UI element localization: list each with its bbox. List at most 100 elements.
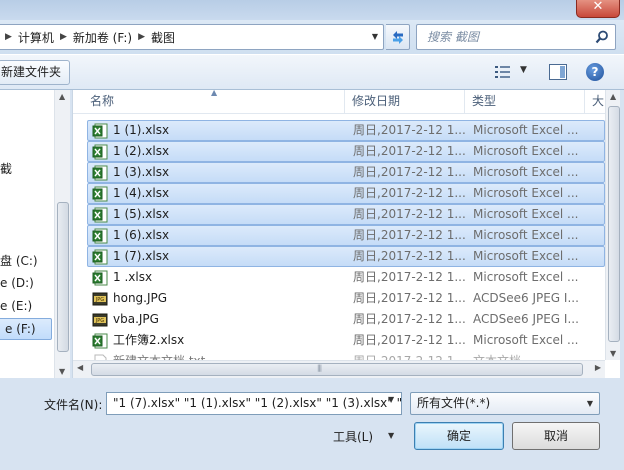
file-name: 1 (7).xlsx bbox=[113, 249, 170, 263]
file-date: 周日,2017-2-12 1... bbox=[353, 270, 465, 284]
file-row[interactable]: 1 (5).xlsx 周日,2017-2-12 1... Microsoft Exc… bbox=[87, 204, 605, 225]
file-date: 周日,2017-2-12 1... bbox=[353, 249, 465, 263]
nav-item-drive-f[interactable]: e (F:) bbox=[0, 318, 52, 340]
excel-icon bbox=[92, 144, 108, 160]
jpeg-icon: JPG bbox=[92, 291, 108, 307]
address-bar-row: ▶ 计算机 ▶ 新加卷 (F:) ▶ 截图 ▼ 搜索 截图 bbox=[0, 20, 624, 54]
breadcrumb-computer[interactable]: 计算机 bbox=[18, 29, 54, 46]
nav-item-drive-e[interactable]: e (E:) bbox=[0, 299, 32, 313]
preview-pane-icon[interactable] bbox=[549, 64, 567, 80]
column-header-row: ▲ 名称 修改日期 类型 大 bbox=[73, 90, 605, 114]
file-row[interactable]: JPG vba.JPG 周日,2017-2-12 1... ACDSee6 JPEG … bbox=[87, 309, 605, 330]
file-row[interactable]: 1 (1).xlsx 周日,2017-2-12 1... Microsoft Exc… bbox=[87, 120, 605, 141]
file-row[interactable]: 1 (3).xlsx 周日,2017-2-12 1... Microsoft Exc… bbox=[87, 162, 605, 183]
breadcrumb-screenshots[interactable]: 截图 bbox=[151, 29, 175, 46]
ok-button[interactable]: 确定 bbox=[414, 422, 504, 450]
file-date: 周日,2017-2-12 1... bbox=[353, 228, 465, 242]
excel-icon bbox=[92, 123, 108, 139]
svg-text:JPG: JPG bbox=[95, 297, 104, 303]
excel-icon bbox=[92, 186, 108, 202]
dialog-footer: 文件名(N): "1 (7).xlsx" "1 (1).xlsx" "1 (2)… bbox=[0, 378, 624, 470]
file-type: Microsoft Excel ... bbox=[473, 144, 579, 158]
scroll-down-icon[interactable]: ▼ bbox=[610, 349, 616, 358]
file-name: 1 .xlsx bbox=[113, 270, 153, 284]
filename-label: 文件名(N): bbox=[44, 398, 103, 412]
breadcrumb-drive-f[interactable]: 新加卷 (F:) bbox=[73, 29, 132, 46]
scroll-up-icon[interactable]: ▲ bbox=[59, 92, 65, 101]
file-type-select[interactable]: 所有文件(*.*) ▼ bbox=[410, 392, 600, 415]
scroll-up-icon[interactable]: ▲ bbox=[610, 92, 616, 101]
view-dropdown-icon[interactable]: ▼ bbox=[520, 65, 527, 75]
chevron-right-icon[interactable]: ▶ bbox=[54, 32, 73, 42]
close-button[interactable]: ✕ bbox=[576, 0, 620, 18]
nav-scroll-thumb[interactable] bbox=[57, 202, 69, 352]
nav-item-drive-d[interactable]: e (D:) bbox=[0, 276, 34, 290]
file-name: vba.JPG bbox=[113, 312, 159, 326]
excel-icon bbox=[92, 270, 108, 286]
file-list-horizontal-scrollbar[interactable]: ◀ ||| ▶ bbox=[73, 360, 605, 378]
scroll-down-icon[interactable]: ▼ bbox=[59, 367, 65, 376]
file-type: Microsoft Excel ... bbox=[473, 165, 579, 179]
file-row[interactable]: 工作簿2.xlsx 周日,2017-2-12 1... Microsoft Exce… bbox=[87, 330, 605, 351]
file-row[interactable]: 1 (4).xlsx 周日,2017-2-12 1... Microsoft Exc… bbox=[87, 183, 605, 204]
file-type: Microsoft Excel ... bbox=[473, 228, 579, 242]
jpeg-icon: JPG bbox=[92, 312, 108, 328]
file-type-value: 所有文件(*.*) bbox=[417, 396, 491, 410]
file-name: 1 (1).xlsx bbox=[113, 123, 170, 137]
svg-text:JPG: JPG bbox=[95, 318, 104, 324]
horizontal-scroll-thumb[interactable] bbox=[91, 363, 583, 376]
excel-icon bbox=[92, 165, 108, 181]
file-type: Microsoft Excel ... bbox=[473, 249, 579, 263]
file-row[interactable]: 1 .xlsx 周日,2017-2-12 1... Microsoft Excel … bbox=[87, 267, 605, 288]
file-row[interactable]: 1 (6).xlsx 周日,2017-2-12 1... Microsoft Exc… bbox=[87, 225, 605, 246]
file-name: 工作簿2.xlsx bbox=[113, 333, 185, 347]
excel-icon bbox=[92, 207, 108, 223]
scroll-left-icon[interactable]: ◀ bbox=[77, 363, 83, 372]
vertical-scroll-thumb[interactable] bbox=[608, 106, 620, 342]
filename-dropdown-icon[interactable]: ▼ bbox=[388, 395, 394, 404]
help-icon[interactable]: ? bbox=[586, 63, 604, 81]
refresh-button[interactable] bbox=[386, 24, 410, 50]
excel-icon bbox=[92, 228, 108, 244]
refresh-icon bbox=[392, 31, 403, 44]
file-type: ACDSee6 JPEG I... bbox=[473, 312, 579, 326]
filename-input[interactable]: "1 (7).xlsx" "1 (1).xlsx" "1 (2).xlsx" "… bbox=[106, 392, 402, 415]
column-type[interactable]: 类型 bbox=[465, 90, 585, 114]
search-icon[interactable] bbox=[595, 30, 609, 44]
column-date[interactable]: 修改日期 bbox=[345, 90, 465, 114]
search-input[interactable]: 搜索 截图 bbox=[416, 24, 616, 50]
file-type: Microsoft Excel ... bbox=[473, 207, 579, 221]
file-date: 周日,2017-2-12 1... bbox=[353, 165, 465, 179]
chevron-right-icon[interactable]: ▶ bbox=[132, 32, 151, 42]
file-row[interactable]: JPG hong.JPG 周日,2017-2-12 1... ACDSee6 JPEG… bbox=[87, 288, 605, 309]
nav-item-partial[interactable]: 截 bbox=[0, 160, 12, 177]
navigation-pane: 截 盘 (C:) e (D:) e (E:) e (F:) ▲ ▼ bbox=[0, 90, 70, 378]
close-icon: ✕ bbox=[592, 0, 604, 14]
tools-dropdown-icon[interactable]: ▼ bbox=[388, 431, 394, 440]
nav-item-drive-c[interactable]: 盘 (C:) bbox=[0, 252, 38, 269]
new-folder-button[interactable]: 新建文件夹 bbox=[0, 60, 70, 85]
file-name: 1 (5).xlsx bbox=[113, 207, 170, 221]
file-list-vertical-scrollbar[interactable]: ▲ ▼ bbox=[605, 90, 620, 360]
file-type: ACDSee6 JPEG I... bbox=[473, 291, 579, 305]
chevron-down-icon[interactable]: ▼ bbox=[587, 393, 593, 414]
scroll-right-icon[interactable]: ▶ bbox=[595, 363, 601, 372]
file-row[interactable]: 1 (2).xlsx 周日,2017-2-12 1... Microsoft Exc… bbox=[87, 141, 605, 162]
breadcrumb[interactable]: ▶ 计算机 ▶ 新加卷 (F:) ▶ 截图 ▼ bbox=[0, 24, 384, 50]
title-bar: ✕ bbox=[0, 0, 624, 20]
chevron-right-icon[interactable]: ▶ bbox=[0, 32, 18, 42]
tools-button[interactable]: 工具(L) bbox=[333, 428, 373, 445]
column-name[interactable]: 名称 bbox=[83, 90, 345, 114]
address-history-dropdown-icon[interactable]: ▼ bbox=[367, 25, 383, 49]
file-row[interactable]: 1 (7).xlsx 周日,2017-2-12 1... Microsoft Exc… bbox=[87, 246, 605, 267]
view-options-icon[interactable] bbox=[494, 64, 512, 80]
excel-icon bbox=[92, 333, 108, 349]
file-date: 周日,2017-2-12 1... bbox=[353, 291, 465, 305]
cancel-button[interactable]: 取消 bbox=[512, 422, 600, 450]
file-type: Microsoft Excel ... bbox=[473, 270, 579, 284]
search-placeholder: 搜索 截图 bbox=[427, 30, 479, 44]
scroll-grip-icon: ||| bbox=[317, 364, 322, 372]
file-date: 周日,2017-2-12 1... bbox=[353, 186, 465, 200]
nav-scrollbar[interactable]: ▲ ▼ bbox=[54, 90, 70, 378]
file-name: 1 (6).xlsx bbox=[113, 228, 170, 242]
